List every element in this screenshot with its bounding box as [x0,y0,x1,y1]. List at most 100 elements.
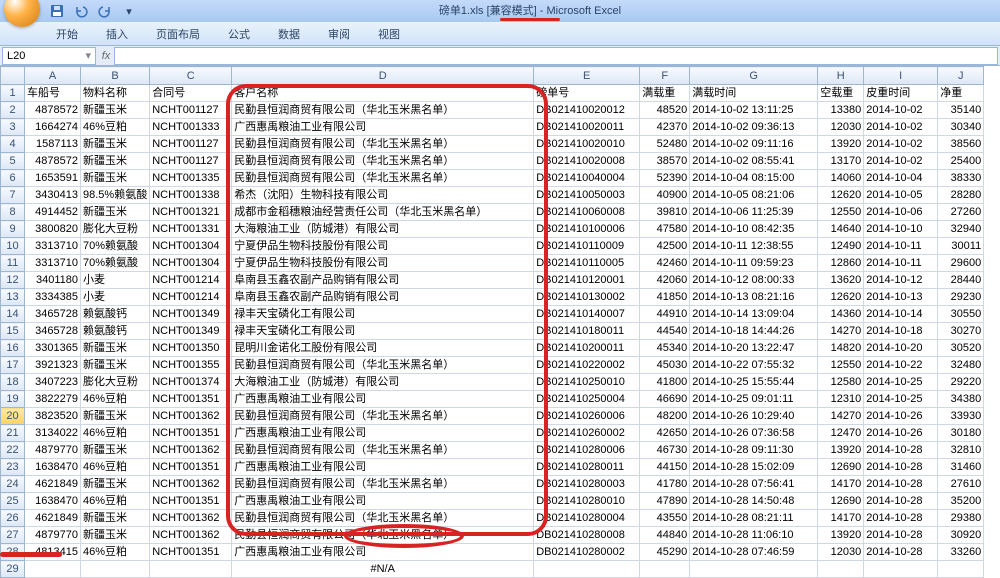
cell[interactable]: 14170 [818,476,864,493]
cell[interactable]: DB021410100006 [534,221,640,238]
row-header[interactable]: 28 [1,544,25,561]
cell[interactable]: 阜南县玉鑫农副产品购销有限公司 [232,289,534,306]
row-header[interactable]: 6 [1,170,25,187]
cell[interactable]: 2014-10-02 09:11:16 [690,136,818,153]
cell[interactable]: 2014-10-25 15:55:44 [690,374,818,391]
cell[interactable]: 43550 [640,510,690,527]
cell[interactable]: DB021410020010 [534,136,640,153]
cell[interactable]: 民勤县恒润商贸有限公司（华北玉米黑名单） [232,102,534,119]
cell[interactable]: 30180 [938,425,984,442]
cell[interactable]: 新疆玉米 [81,170,150,187]
cell[interactable]: DB021410280002 [534,544,640,561]
cell[interactable]: 46%豆粕 [81,119,150,136]
cell[interactable]: 45340 [640,340,690,357]
cell[interactable]: 2014-10-11 12:38:55 [690,238,818,255]
cell[interactable]: NCHT001214 [150,272,232,289]
cell[interactable]: 46%豆粕 [81,391,150,408]
cell[interactable]: DB021410280010 [534,493,640,510]
cell[interactable]: DB021410140007 [534,306,640,323]
cell[interactable]: 42060 [640,272,690,289]
row-header[interactable]: 29 [1,561,25,578]
cell[interactable]: 2014-10-28 [864,510,938,527]
header-cell[interactable]: 满载时间 [690,85,818,102]
qat-dropdown-icon[interactable]: ▾ [118,2,140,20]
cell[interactable]: 2014-10-28 08:21:11 [690,510,818,527]
cell[interactable]: 44150 [640,459,690,476]
cell[interactable]: 民勤县恒润商贸有限公司（华北玉米黑名单） [232,527,534,544]
cell[interactable]: 2014-10-11 [864,255,938,272]
cell[interactable]: 新疆玉米 [81,408,150,425]
cell[interactable]: 41850 [640,289,690,306]
cell[interactable]: 民勤县恒润商贸有限公司（华北玉米黑名单） [232,136,534,153]
cell[interactable]: NCHT001335 [150,170,232,187]
cell[interactable]: 小麦 [81,272,150,289]
cell[interactable]: 民勤县恒润商贸有限公司（华北玉米黑名单） [232,153,534,170]
cell[interactable]: NCHT001351 [150,493,232,510]
cell[interactable]: 44540 [640,323,690,340]
col-header-E[interactable]: E [534,67,640,85]
cell[interactable]: 45290 [640,544,690,561]
cell[interactable]: 广西惠禹粮油工业有限公司 [232,425,534,442]
cell[interactable]: 阜南县玉鑫农副产品购销有限公司 [232,272,534,289]
col-header-C[interactable]: C [150,67,232,85]
cell[interactable]: DB021410250010 [534,374,640,391]
cell[interactable]: 29220 [938,374,984,391]
cell[interactable]: 2014-10-02 [864,119,938,136]
cell[interactable]: 28280 [938,187,984,204]
cell[interactable]: 35140 [938,102,984,119]
cell[interactable]: DB021410280011 [534,459,640,476]
row-header[interactable]: 18 [1,374,25,391]
cell[interactable]: NCHT001349 [150,306,232,323]
cell[interactable]: NCHT001362 [150,527,232,544]
cell[interactable]: 2014-10-28 09:11:30 [690,442,818,459]
cell[interactable]: 3823520 [25,408,81,425]
cell[interactable]: 13920 [818,442,864,459]
cell[interactable]: 2014-10-25 [864,374,938,391]
cell[interactable]: 48200 [640,408,690,425]
cell[interactable]: 12470 [818,425,864,442]
cell[interactable]: 2014-10-20 [864,340,938,357]
cell[interactable]: NCHT001362 [150,510,232,527]
cell[interactable]: DB021410020012 [534,102,640,119]
row-header[interactable]: 21 [1,425,25,442]
cell[interactable]: 新疆玉米 [81,510,150,527]
header-cell[interactable]: 皮重时间 [864,85,938,102]
col-header-B[interactable]: B [81,67,150,85]
cell[interactable]: 4914452 [25,204,81,221]
cell[interactable]: 13920 [818,136,864,153]
col-header-A[interactable]: A [25,67,81,85]
cell[interactable]: 14360 [818,306,864,323]
cell[interactable]: 2014-10-10 [864,221,938,238]
cell[interactable]: 33930 [938,408,984,425]
cell[interactable]: NCHT001351 [150,544,232,561]
cell[interactable]: 32810 [938,442,984,459]
row-header[interactable]: 16 [1,340,25,357]
col-header-G[interactable]: G [690,67,818,85]
cell[interactable]: 2014-10-28 [864,476,938,493]
cell[interactable]: DB021410180011 [534,323,640,340]
cell[interactable]: NCHT001214 [150,289,232,306]
cell[interactable]: 12550 [818,204,864,221]
row-header[interactable]: 14 [1,306,25,323]
cell[interactable]: 13170 [818,153,864,170]
cell[interactable]: 2014-10-26 [864,425,938,442]
cell[interactable]: 新疆玉米 [81,136,150,153]
cell[interactable]: 70%赖氨酸 [81,238,150,255]
row-header[interactable]: 10 [1,238,25,255]
cell[interactable]: 1664274 [25,119,81,136]
row-header[interactable]: 24 [1,476,25,493]
row-header[interactable]: 19 [1,391,25,408]
row-header[interactable]: 26 [1,510,25,527]
cell[interactable]: 12310 [818,391,864,408]
cell[interactable]: 昆明川金诺化工股份有限公司 [232,340,534,357]
cell[interactable]: NCHT001350 [150,340,232,357]
cell[interactable]: 民勤县恒润商贸有限公司（华北玉米黑名单） [232,510,534,527]
cell[interactable]: 13620 [818,272,864,289]
cell[interactable]: 29230 [938,289,984,306]
header-cell[interactable]: 净重 [938,85,984,102]
row-header[interactable]: 7 [1,187,25,204]
cell[interactable]: 12690 [818,459,864,476]
cell[interactable]: 2014-10-05 [864,187,938,204]
cell[interactable]: 38570 [640,153,690,170]
cell[interactable]: 3407223 [25,374,81,391]
